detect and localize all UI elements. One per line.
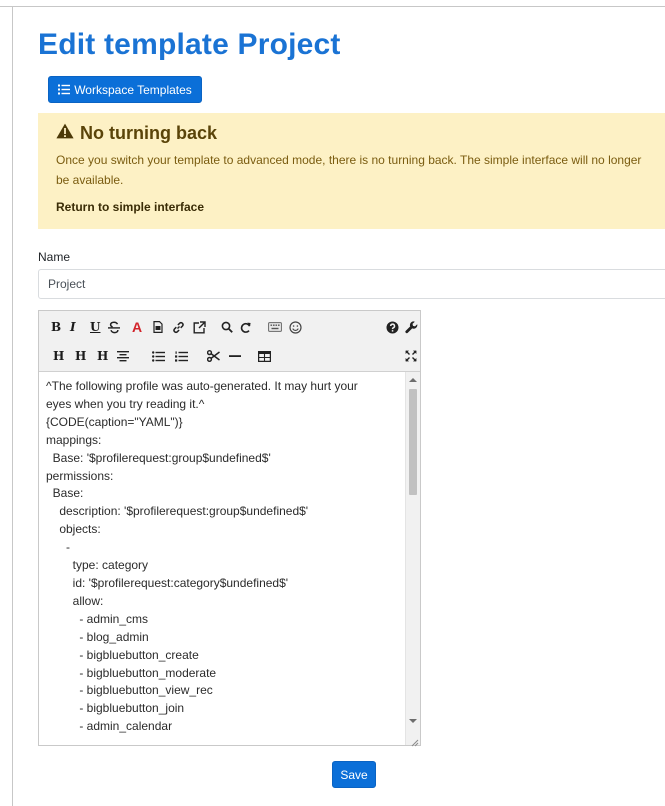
bullet-list-icon bbox=[152, 350, 165, 362]
cut-button[interactable] bbox=[207, 348, 220, 364]
strikethrough-button[interactable] bbox=[108, 319, 120, 335]
editor-line: - blog_admin bbox=[46, 629, 149, 644]
workspace-templates-label: Workspace Templates bbox=[74, 82, 192, 97]
bullet-list-button[interactable] bbox=[152, 348, 165, 364]
editor-scrollbar[interactable] bbox=[405, 372, 420, 745]
name-input[interactable] bbox=[38, 269, 665, 299]
text-color-button[interactable]: A bbox=[132, 319, 142, 335]
image-icon bbox=[153, 321, 163, 333]
smiley-icon bbox=[289, 320, 302, 334]
redo-icon bbox=[240, 322, 251, 333]
scroll-down-arrow[interactable] bbox=[409, 719, 417, 723]
wiki-editor: B I U A H H H ^The following profile was… bbox=[38, 310, 421, 747]
window-top-border bbox=[0, 0, 665, 7]
editor-line: - bigbluebutton_view_rec bbox=[46, 683, 213, 698]
editor-line: objects: bbox=[46, 522, 101, 537]
workspace-templates-button[interactable]: Workspace Templates bbox=[48, 76, 202, 103]
heading2-button[interactable]: H bbox=[75, 348, 86, 364]
resize-grip[interactable] bbox=[409, 734, 419, 747]
align-center-icon bbox=[117, 351, 129, 362]
horizontal-rule-icon bbox=[229, 355, 241, 357]
editor-line: {CODE(caption="YAML")} bbox=[46, 414, 183, 429]
editor-line: eyes when you try reading it.^ bbox=[46, 396, 205, 411]
alert-body: Once you switch your template to advance… bbox=[56, 153, 642, 187]
admin-button[interactable] bbox=[405, 319, 418, 335]
return-to-simple-link[interactable]: Return to simple interface bbox=[56, 200, 651, 214]
editor-line: - bigbluebutton_join bbox=[46, 701, 185, 716]
fullscreen-button[interactable] bbox=[405, 348, 417, 364]
link-icon bbox=[173, 321, 184, 333]
find-button[interactable] bbox=[221, 319, 233, 335]
wrench-icon bbox=[405, 320, 418, 333]
editor-line: Base: '$profilerequest:group$undefined$' bbox=[46, 450, 271, 465]
warning-icon bbox=[56, 123, 74, 144]
numbered-list-button[interactable] bbox=[175, 348, 188, 364]
search-icon bbox=[221, 321, 233, 333]
editor-line: - admin_calendar bbox=[46, 719, 173, 734]
editor-textarea[interactable]: ^The following profile was auto-generate… bbox=[39, 372, 406, 745]
editor-line: permissions: bbox=[46, 468, 114, 483]
warning-alert: No turning back Once you switch your tem… bbox=[38, 113, 665, 229]
help-icon bbox=[386, 321, 399, 333]
editor-line: Base: bbox=[46, 486, 84, 501]
editor-line: description: '$profilerequest:group$unde… bbox=[46, 504, 309, 519]
heading1-button[interactable]: H bbox=[53, 348, 64, 364]
editor-line: mappings: bbox=[46, 432, 102, 447]
name-label: Name bbox=[38, 250, 71, 264]
bold-button[interactable]: B bbox=[51, 319, 61, 335]
center-align-button[interactable] bbox=[117, 348, 129, 364]
keyboard-icon bbox=[268, 322, 282, 332]
scroll-thumb[interactable] bbox=[409, 389, 417, 495]
editor-line: type: category bbox=[46, 558, 149, 573]
editor-line: - bigbluebutton_moderate bbox=[46, 665, 217, 680]
underline-button[interactable]: U bbox=[90, 319, 100, 335]
alert-title: No turning back bbox=[80, 123, 218, 143]
alert-heading: No turning back bbox=[56, 123, 651, 144]
help-button[interactable] bbox=[386, 319, 399, 335]
table-icon bbox=[258, 350, 271, 362]
undo-button[interactable] bbox=[240, 319, 252, 335]
table-button[interactable] bbox=[258, 348, 271, 364]
page-title: Edit template Project bbox=[38, 28, 341, 61]
fullscreen-icon bbox=[405, 350, 417, 362]
editor-line: - bbox=[46, 540, 70, 555]
scissors-icon bbox=[207, 350, 220, 362]
numbered-list-icon bbox=[175, 350, 188, 362]
editor-line: ^The following profile was auto-generate… bbox=[46, 379, 358, 393]
window-left-border bbox=[12, 6, 13, 806]
smiley-button[interactable] bbox=[289, 319, 302, 335]
editor-toolbar: B I U A H H H bbox=[39, 311, 420, 372]
external-link-icon bbox=[193, 320, 206, 333]
editor-line: allow: bbox=[46, 593, 104, 608]
strikethrough-icon bbox=[108, 320, 120, 333]
save-button[interactable]: Save bbox=[332, 761, 376, 788]
keyboard-button[interactable] bbox=[268, 319, 282, 335]
link-button[interactable] bbox=[172, 319, 185, 335]
heading3-button[interactable]: H bbox=[97, 348, 108, 364]
editor-line: - admin_cms bbox=[46, 611, 149, 626]
editor-line: - bigbluebutton_create bbox=[46, 647, 199, 662]
external-link-button[interactable] bbox=[193, 319, 206, 335]
horizontal-rule-button[interactable] bbox=[229, 348, 241, 364]
image-button[interactable] bbox=[153, 319, 163, 335]
italic-button[interactable]: I bbox=[70, 319, 76, 335]
editor-line: id: '$profilerequest:category$undefined$… bbox=[46, 575, 289, 590]
scroll-up-arrow[interactable] bbox=[409, 378, 417, 382]
list-icon bbox=[58, 84, 71, 95]
